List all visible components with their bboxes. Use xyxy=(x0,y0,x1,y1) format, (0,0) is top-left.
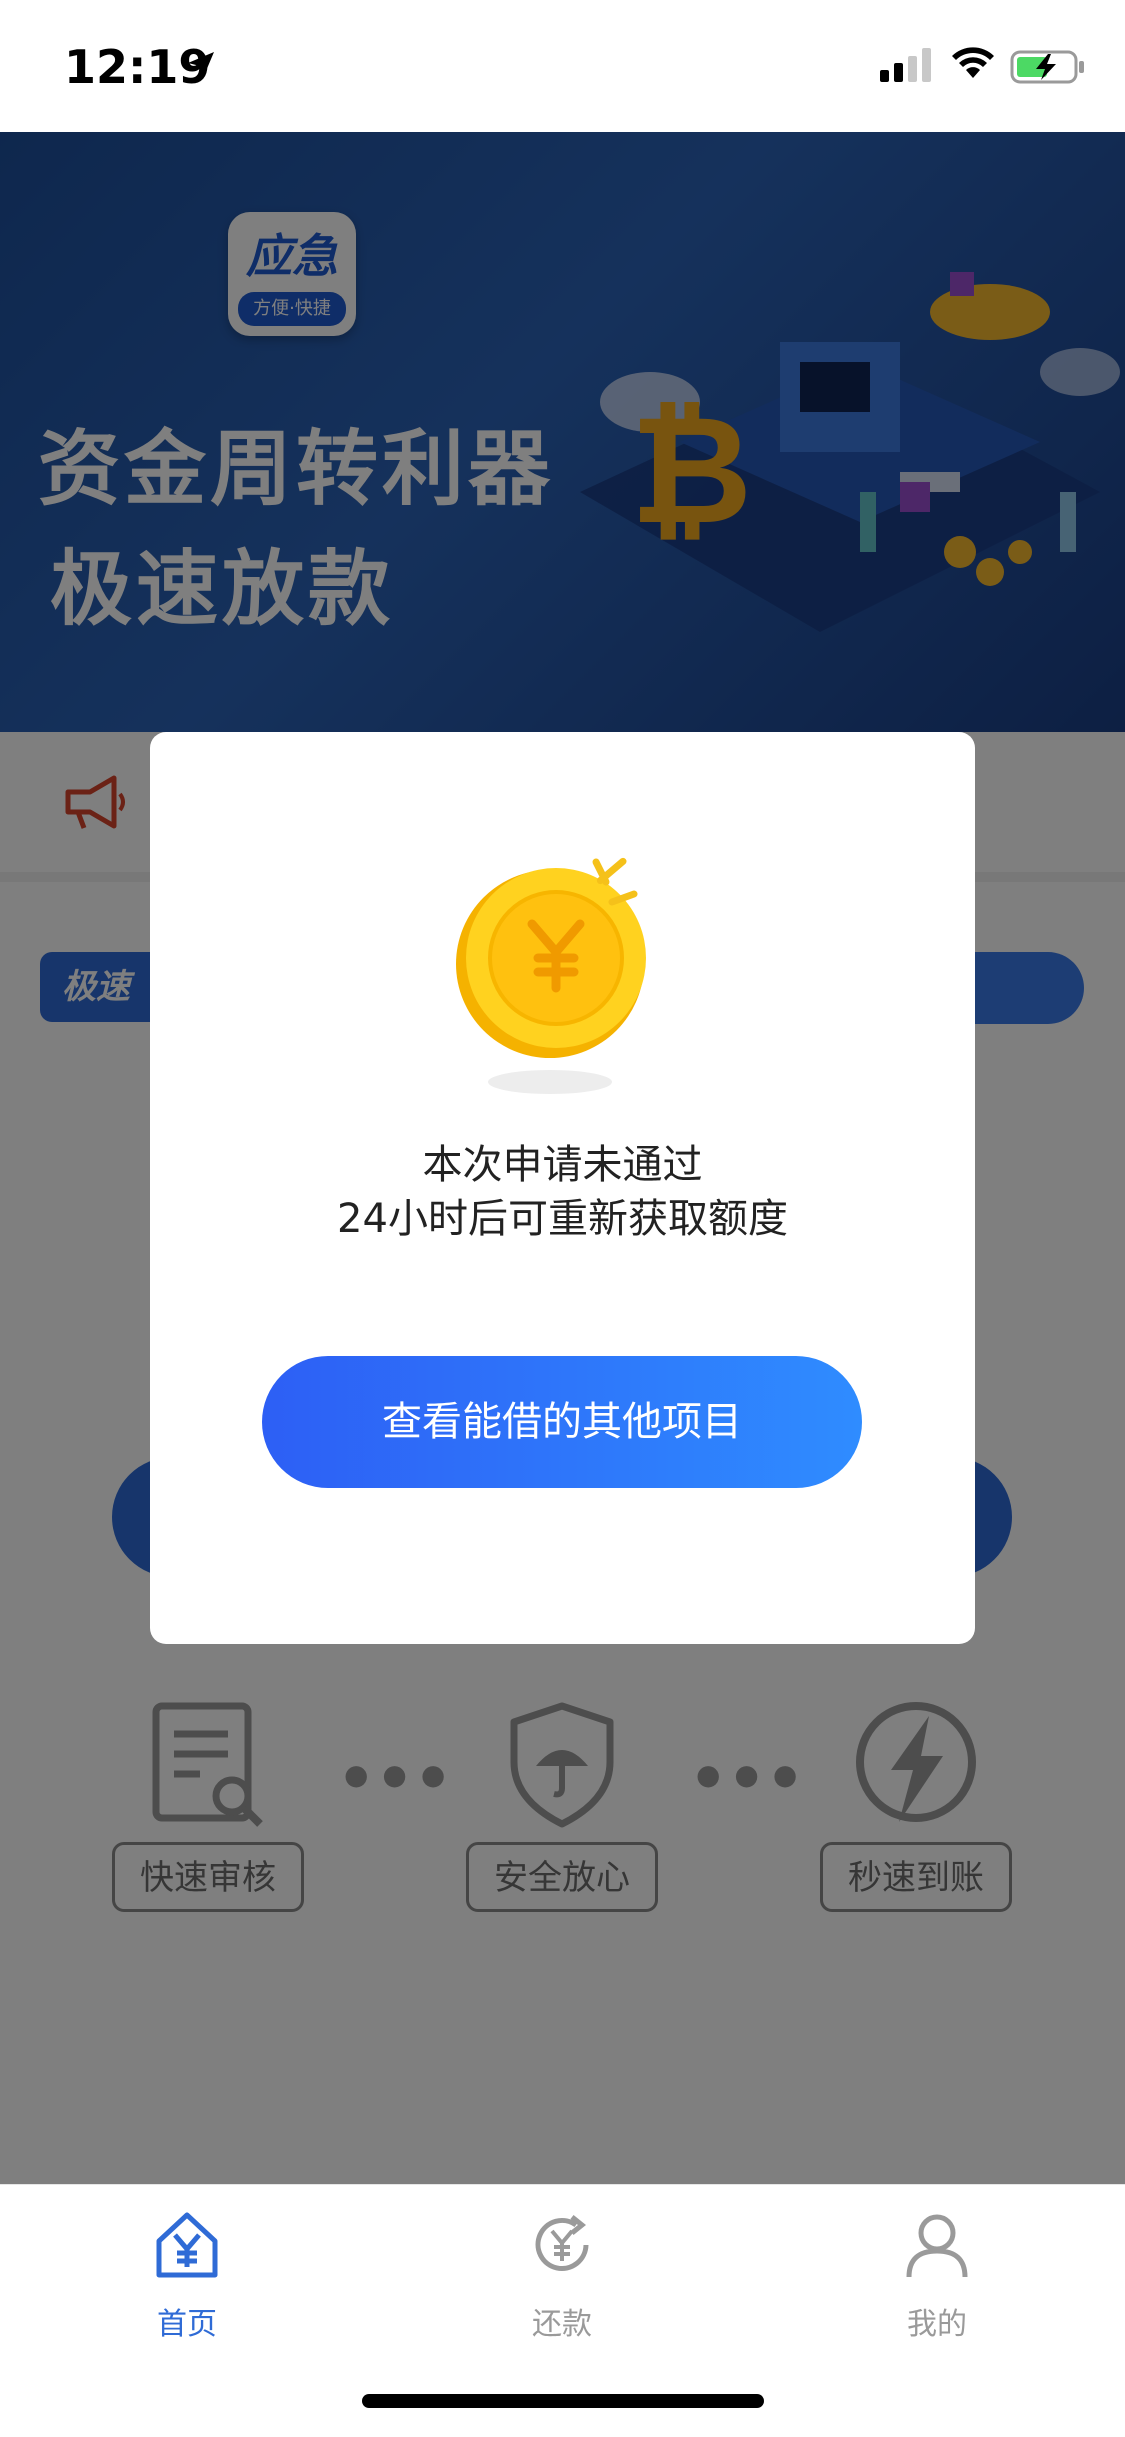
cellular-signal-icon xyxy=(880,48,931,82)
gold-coin-icon xyxy=(456,857,646,1094)
wifi-icon xyxy=(952,47,994,78)
rejection-dialog: 本次申请未通过 24小时后可重新获取额度 查看能借的其他项目 xyxy=(150,732,975,1644)
tab-repay[interactable]: 还款 xyxy=(462,2209,662,2343)
repay-yen-icon xyxy=(535,2215,589,2271)
view-other-projects-button[interactable]: 查看能借的其他项目 xyxy=(262,1356,862,1488)
home-indicator xyxy=(362,2394,764,2408)
location-arrow-icon xyxy=(188,52,214,78)
tab-mine[interactable]: 我的 xyxy=(837,2209,1037,2343)
tab-home[interactable]: 首页 xyxy=(87,2209,287,2343)
tab-label: 我的 xyxy=(907,2307,967,2342)
tab-label: 首页 xyxy=(157,2307,217,2342)
user-icon xyxy=(906,2214,968,2278)
home-yen-icon xyxy=(156,2212,218,2278)
dialog-message-line2: 24小时后可重新获取额度 xyxy=(337,1196,788,1242)
status-bar: 12:19 xyxy=(0,0,1125,132)
dialog-message-line1: 本次申请未通过 xyxy=(422,1142,703,1188)
battery-charging-icon xyxy=(1010,50,1084,84)
tab-label: 还款 xyxy=(532,2307,592,2342)
